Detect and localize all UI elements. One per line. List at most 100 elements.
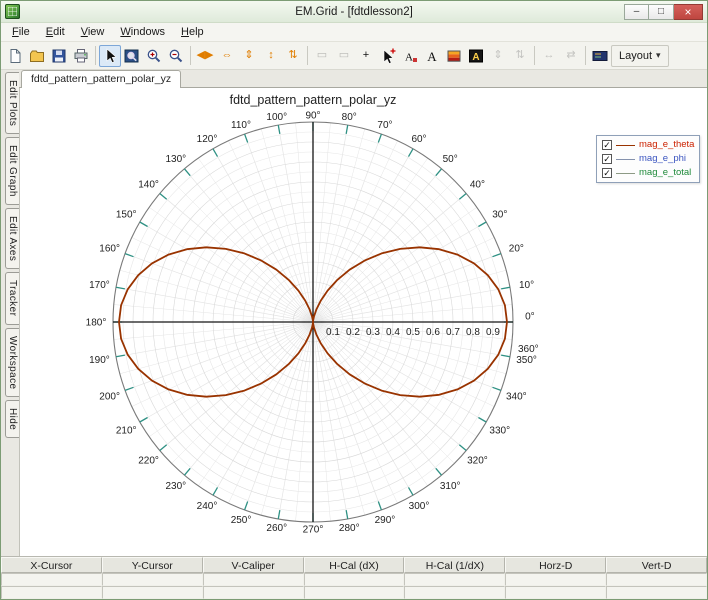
- menu-windows[interactable]: Windows: [112, 24, 173, 40]
- side-tab-workspace[interactable]: Workspace: [5, 328, 19, 397]
- svg-text:120°: 120°: [197, 134, 218, 145]
- caliper-icon: ⇄: [566, 50, 575, 61]
- legend-checkbox-mag-e-theta[interactable]: ✓: [602, 140, 612, 150]
- main-area: Edit Plots Edit Graph Edit Axes Tracker Work…: [1, 70, 707, 556]
- svg-text:290°: 290°: [375, 515, 396, 526]
- svg-text:350°: 350°: [516, 355, 537, 366]
- add-marker-button[interactable]: +: [355, 45, 377, 67]
- status-col-v-caliper: V-Caliper: [203, 557, 304, 573]
- svg-text:130°: 130°: [165, 154, 186, 165]
- side-tab-edit-axes[interactable]: Edit Axes: [5, 208, 19, 269]
- svg-text:160°: 160°: [99, 243, 120, 254]
- expand-vertical-icon: ↕: [268, 50, 274, 61]
- status-value-h-cal-dx: [304, 573, 405, 586]
- expand-horizontal-button[interactable]: ⇔: [216, 45, 238, 67]
- h-scale-icon: ↔: [544, 50, 555, 61]
- doc-tab-fdtd-pattern-pattern-polar-yz[interactable]: fdtd_pattern_pattern_polar_yz: [21, 70, 181, 88]
- zoom-window-icon: [124, 48, 140, 64]
- zoom-window-button[interactable]: [121, 45, 143, 67]
- status-value-y-cursor: [102, 586, 203, 599]
- svg-text:300°: 300°: [409, 501, 430, 512]
- print-button[interactable]: [70, 45, 92, 67]
- v-scale-button: ⇕: [487, 45, 509, 67]
- layout-dropdown[interactable]: Layout▾: [611, 45, 669, 67]
- colormap-icon: [446, 48, 462, 64]
- side-tab-hide[interactable]: Hide: [5, 400, 19, 438]
- svg-text:250°: 250°: [231, 515, 252, 526]
- svg-text:330°: 330°: [489, 425, 510, 436]
- legend-style-button[interactable]: [589, 45, 611, 67]
- status-value-vert-d: [606, 573, 707, 586]
- tracker-cursor-icon: [380, 48, 396, 64]
- toolbar-separator: [585, 46, 586, 65]
- status-value-x-cursor: [1, 573, 102, 586]
- select-cursor-button[interactable]: [99, 45, 121, 67]
- svg-text:100°: 100°: [266, 112, 287, 123]
- document-column: fdtd_pattern_pattern_polar_yz 0.10.20.30…: [19, 70, 707, 556]
- minimize-button[interactable]: –: [624, 4, 649, 20]
- add-label-icon: A: [402, 48, 418, 64]
- status-col-vert-d: Vert-D: [606, 557, 707, 573]
- legend-style-icon: [592, 48, 608, 64]
- autoscale-button[interactable]: ⇅: [282, 45, 304, 67]
- menu-file[interactable]: File: [4, 24, 38, 40]
- menu-edit[interactable]: Edit: [38, 24, 73, 40]
- svg-text:220°: 220°: [138, 455, 159, 466]
- svg-text:A: A: [472, 52, 479, 63]
- window-controls: – □ ×: [624, 4, 703, 20]
- menu-help[interactable]: Help: [173, 24, 212, 40]
- svg-text:0.5: 0.5: [406, 327, 420, 338]
- save-file-icon: [51, 48, 67, 64]
- svg-text:80°: 80°: [342, 112, 357, 123]
- invert-colors-button[interactable]: A: [465, 45, 487, 67]
- grid-style-button: ▭: [333, 45, 355, 67]
- legend-checkbox-mag-e-phi[interactable]: ✓: [602, 154, 612, 164]
- status-value-row-2: [1, 586, 707, 599]
- menu-view[interactable]: View: [73, 24, 113, 40]
- status-col-y-cursor: Y-Cursor: [102, 557, 203, 573]
- print-icon: [73, 48, 89, 64]
- close-button[interactable]: ×: [674, 4, 703, 20]
- zoom-in-button[interactable]: [143, 45, 165, 67]
- svg-text:30°: 30°: [492, 210, 507, 221]
- svg-text:50°: 50°: [443, 154, 458, 165]
- open-file-button[interactable]: [26, 45, 48, 67]
- v-shift-icon: ⇅: [515, 50, 524, 61]
- toolbar: ◀▶⇔⇕↕⇅▭▭+AAA⇕⇅↔⇄Layout▾: [1, 42, 707, 70]
- colormap-button[interactable]: [443, 45, 465, 67]
- new-file-button[interactable]: [4, 45, 26, 67]
- svg-text:180°: 180°: [86, 318, 107, 329]
- status-value-h-cal-1-dx: [404, 573, 505, 586]
- grid-style-icon: ▭: [339, 50, 349, 61]
- svg-text:190°: 190°: [89, 355, 110, 366]
- text-button[interactable]: A: [421, 45, 443, 67]
- fit-horizontal-button[interactable]: ◀▶: [194, 45, 216, 67]
- status-col-x-cursor: X-Cursor: [1, 557, 102, 573]
- zoom-out-button[interactable]: [165, 45, 187, 67]
- chevron-down-icon: ▾: [656, 50, 661, 61]
- side-tab-edit-graph[interactable]: Edit Graph: [5, 137, 19, 205]
- svg-text:A: A: [427, 49, 437, 64]
- svg-text:150°: 150°: [116, 210, 137, 221]
- status-value-horz-d: [505, 586, 606, 599]
- v-shift-button: ⇅: [509, 45, 531, 67]
- fit-vertical-button[interactable]: ⇕: [238, 45, 260, 67]
- app-logo-icon: [5, 4, 20, 19]
- status-col-h-cal-1-dx: H-Cal (1/dX): [404, 557, 505, 573]
- tracker-cursor-button[interactable]: [377, 45, 399, 67]
- status-value-y-cursor: [102, 573, 203, 586]
- side-tab-edit-plots[interactable]: Edit Plots: [5, 72, 19, 134]
- legend-checkbox-mag-e-total[interactable]: ✓: [602, 168, 612, 178]
- svg-text:140°: 140°: [138, 180, 159, 191]
- svg-text:0.6: 0.6: [426, 327, 440, 338]
- expand-vertical-button[interactable]: ↕: [260, 45, 282, 67]
- menu-bar: FileEditViewWindowsHelp: [1, 23, 707, 42]
- svg-text:200°: 200°: [99, 392, 120, 403]
- side-tab-tracker[interactable]: Tracker: [5, 272, 19, 324]
- svg-text:320°: 320°: [467, 455, 488, 466]
- maximize-button[interactable]: □: [649, 4, 674, 20]
- add-label-button[interactable]: A: [399, 45, 421, 67]
- svg-text:60°: 60°: [411, 134, 426, 145]
- legend-item-mag-e-theta: ✓mag_e_theta: [602, 139, 694, 151]
- save-file-button[interactable]: [48, 45, 70, 67]
